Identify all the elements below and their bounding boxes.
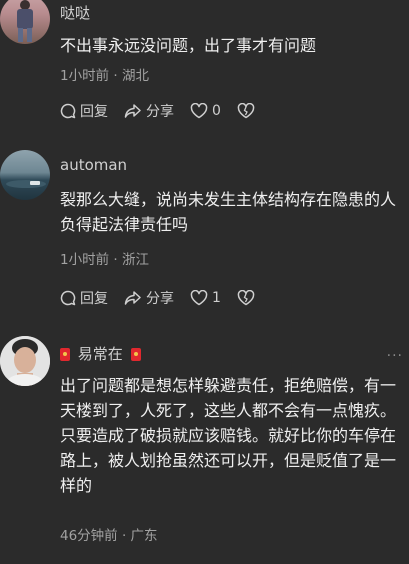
- comment-author-row[interactable]: 易常在: [60, 343, 141, 364]
- avatar[interactable]: [0, 150, 50, 200]
- comment-actions: 回复 分享 0: [60, 101, 275, 121]
- dislike-button[interactable]: [237, 290, 259, 306]
- like-button[interactable]: 0: [190, 103, 221, 119]
- broken-heart-icon: [237, 290, 255, 306]
- share-icon: [124, 104, 141, 118]
- broken-heart-icon: [237, 103, 255, 119]
- comment-meta: 1小时前 · 湖北: [60, 68, 149, 84]
- avatar-photo-icon: [17, 0, 33, 42]
- reply-icon: [60, 290, 76, 306]
- share-button[interactable]: 分享: [124, 288, 174, 308]
- comment-text: 不出事永远没问题，出了事才有问题: [60, 36, 317, 55]
- like-count: 1: [212, 290, 221, 306]
- red-packet-icon: [60, 348, 70, 361]
- comment-author: 易常在: [77, 345, 123, 363]
- comment-text: 出了问题都是想怎样躲避责任，拒绝赔偿，有一天楼到了，人死了，这些人都不会有一点愧…: [60, 376, 397, 495]
- share-label: 分享: [146, 291, 174, 307]
- comment-meta: 1小时前 · 浙江: [60, 252, 149, 268]
- comment-author[interactable]: automan: [60, 156, 127, 174]
- comment-meta: 46分钟前 · 广东: [60, 528, 158, 544]
- reply-label: 回复: [80, 104, 108, 120]
- like-button[interactable]: 1: [190, 290, 221, 306]
- avatar[interactable]: [0, 336, 50, 386]
- reply-label: 回复: [80, 291, 108, 307]
- reply-button[interactable]: 回复: [60, 288, 108, 308]
- avatar-photo-icon: [6, 180, 46, 188]
- reply-button[interactable]: 回复: [60, 101, 108, 121]
- reply-icon: [60, 103, 76, 119]
- comment-text: 裂那么大缝，说尚未发生主体结构存在隐患的人负得起法律责任吗: [60, 190, 397, 234]
- heart-icon: [190, 290, 208, 306]
- more-options-icon[interactable]: ···: [387, 348, 403, 364]
- avatar[interactable]: [0, 0, 50, 44]
- like-count: 0: [212, 103, 221, 119]
- share-icon: [124, 291, 141, 305]
- avatar-photo-icon: [0, 336, 50, 386]
- heart-icon: [190, 103, 208, 119]
- red-packet-icon: [130, 348, 141, 361]
- share-label: 分享: [146, 104, 174, 120]
- comment-author[interactable]: 哒哒: [60, 2, 90, 23]
- share-button[interactable]: 分享: [124, 101, 174, 121]
- comment-actions: 回复 分享 1: [60, 288, 275, 308]
- dislike-button[interactable]: [237, 103, 259, 119]
